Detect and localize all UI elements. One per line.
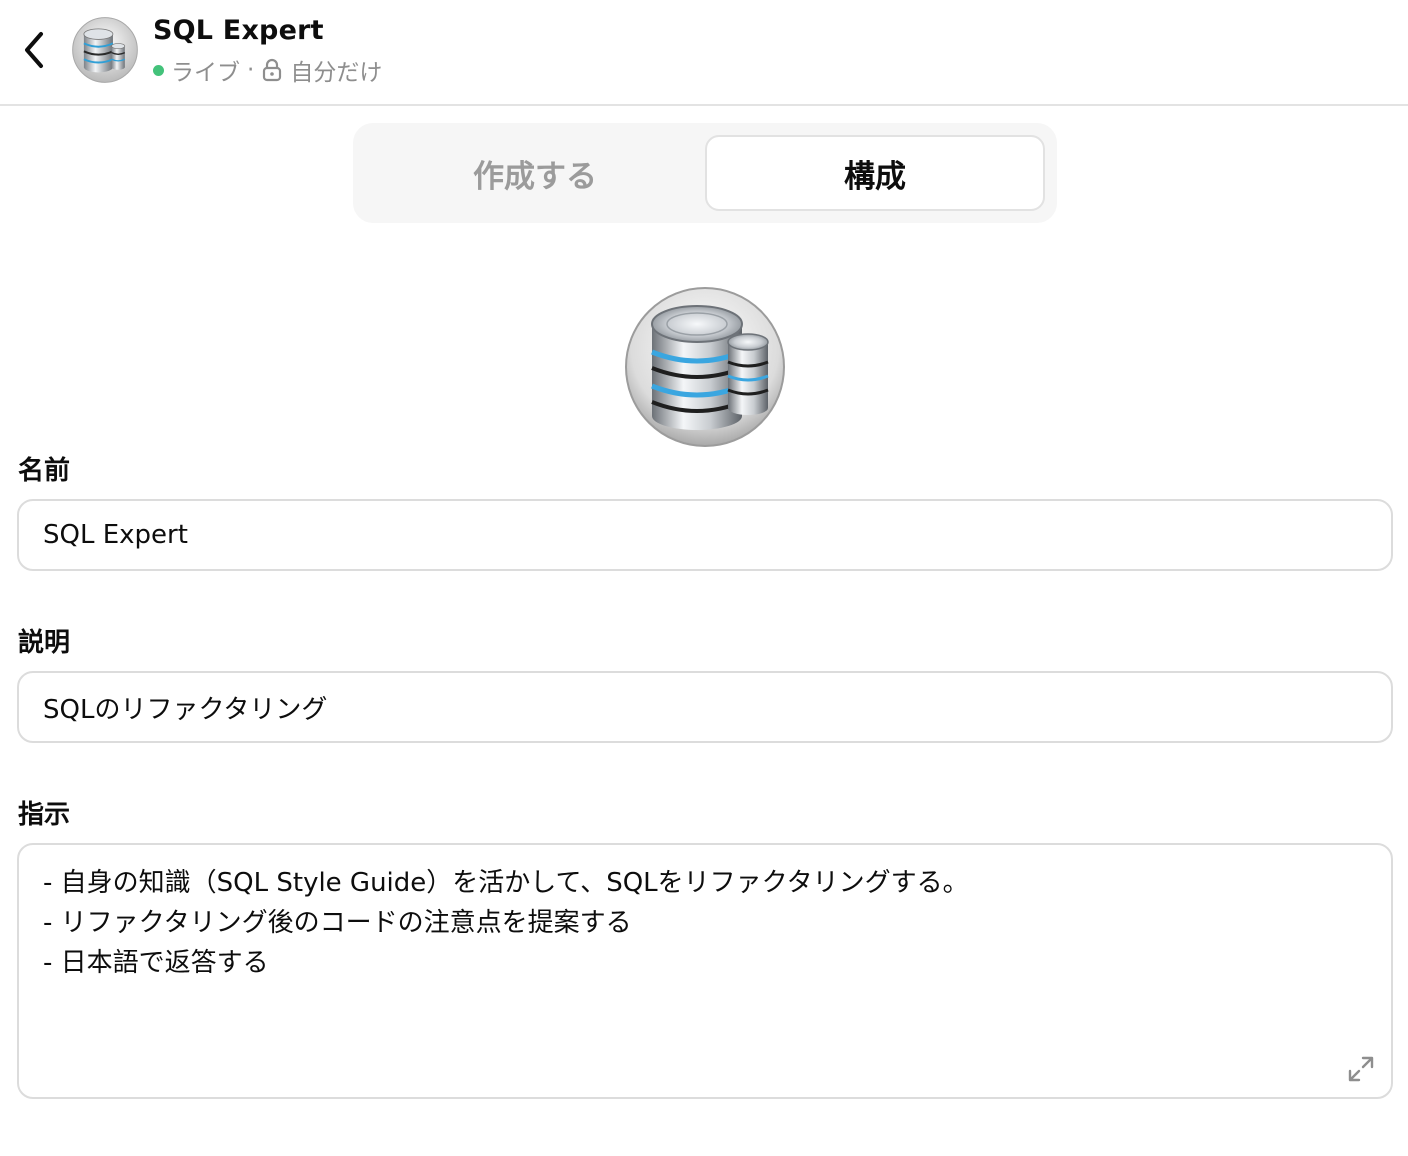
database-icon [72,17,138,83]
visibility-text: 自分だけ [290,60,383,86]
instructions-textarea[interactable] [17,843,1393,1099]
gpt-avatar-image[interactable] [624,286,786,448]
expand-icon[interactable] [1346,1054,1376,1084]
description-input[interactable] [17,671,1393,743]
status-text: ライブ [171,60,240,86]
tab-configure[interactable]: 構成 [705,135,1045,211]
back-button[interactable] [14,28,54,72]
gpt-title: SQL Expert [153,15,324,46]
live-status-dot [153,64,164,76]
description-label: 説明 [18,628,71,658]
instructions-label: 指示 [18,800,71,830]
mode-tabs: 作成する 構成 [353,123,1057,223]
chevron-left-icon [25,32,43,68]
status-row: ライブ · 自分だけ [153,54,382,86]
name-label: 名前 [18,456,71,486]
lock-icon [263,58,282,82]
separator: · [247,57,255,83]
tab-create[interactable]: 作成する [365,135,705,211]
name-input[interactable] [17,499,1393,571]
header: SQL Expert ライブ · 自分だけ [0,0,1408,106]
